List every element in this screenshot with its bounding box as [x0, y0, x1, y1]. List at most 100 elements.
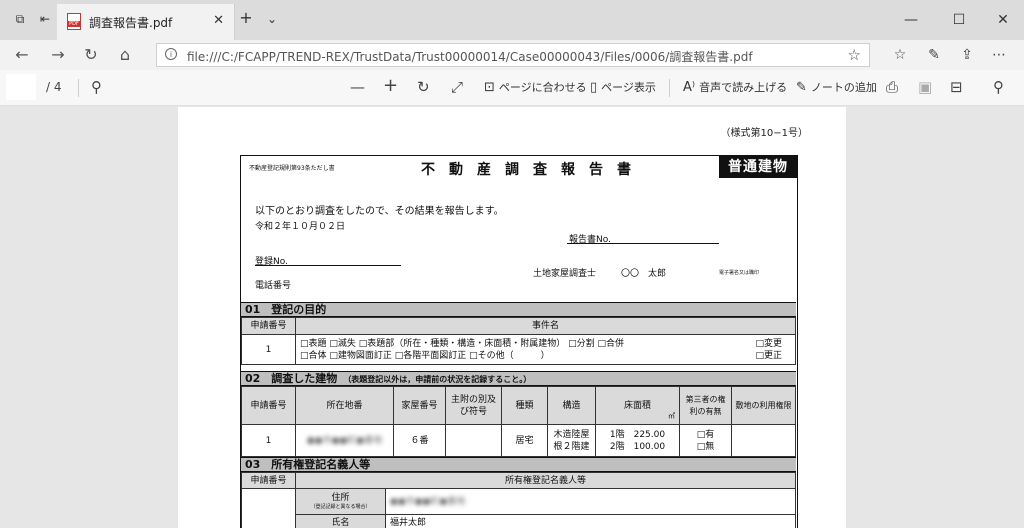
- col-h8: 敷地の利用権限: [731, 386, 796, 425]
- address-field[interactable]: i file:///C:/FCAPP/TREND-REX/TrustData/T…: [156, 43, 870, 67]
- active-tab[interactable]: PDF 調査報告書.pdf ✕: [57, 4, 235, 40]
- pin-toolbar-icon[interactable]: ⚲: [993, 78, 1004, 96]
- purpose-options-line1: □表題 □滅失 □表題部（所在・種類・構造・床面積・附属建物） □分割 □合併: [300, 338, 624, 349]
- purpose-options-line2: □合体 □建物図面訂正 □各階平面図訂正 □その他（ ）: [300, 350, 550, 361]
- building-house-no: ６番: [393, 424, 446, 457]
- section-building-title: 02 調査した建物: [245, 372, 338, 385]
- report-form: 不動産登記規則第93条ただし書 不動産調査報告書 普通建物 以下のとおり調査をし…: [240, 155, 798, 528]
- read-aloud-button[interactable]: A⁾ 音声で読み上げる: [683, 79, 787, 95]
- search-icon[interactable]: ⚲: [91, 78, 102, 96]
- col-h5: 構造: [547, 386, 596, 425]
- form-number: （様式第10−1号）: [720, 128, 808, 139]
- divider: [669, 79, 670, 97]
- divider: [78, 79, 79, 97]
- note-pen-icon: ✎: [796, 80, 807, 95]
- new-tab-icon[interactable]: +: [238, 10, 254, 26]
- surveyor-label: 土地家屋調査士: [533, 269, 597, 279]
- land-use-rights: [731, 424, 796, 457]
- third-party-yes: □有: [696, 429, 715, 440]
- fit-to-page-button[interactable]: ⊡ ページに合わせる: [484, 79, 587, 95]
- share-icon[interactable]: ⇪: [958, 47, 976, 63]
- owner-address-text: ●●市●●町●番地: [390, 496, 466, 507]
- print-icon[interactable]: ⎙: [886, 78, 898, 96]
- tab-aside-icon[interactable]: ⇤: [37, 11, 53, 27]
- rotate-icon[interactable]: ↻: [417, 78, 430, 96]
- tab-title: 調査報告書.pdf: [89, 16, 173, 30]
- fullscreen-icon[interactable]: ⤢: [451, 78, 463, 96]
- purpose-table: 申請番号 事件名 1 □表題 □滅失 □表題部（所在・種類・構造・床面積・附属建…: [241, 317, 796, 365]
- building-location-value: ●●市●●町●番地: [306, 435, 383, 446]
- pen-icon[interactable]: ✎: [925, 47, 943, 63]
- maximize-icon[interactable]: ☐: [936, 8, 982, 32]
- report-date: 令和２年１０月０２日: [255, 222, 346, 232]
- close-icon[interactable]: ✕: [980, 8, 1024, 32]
- floor2-area: 2階 100: [609, 441, 651, 452]
- more-icon[interactable]: ⋯: [990, 47, 1008, 63]
- refresh-icon[interactable]: ↻: [81, 45, 101, 65]
- tab-strip: ⧉ ⇤ PDF 調査報告書.pdf ✕ + ⌄ — ☐ ✕: [0, 0, 1024, 40]
- page-total: / 4: [46, 80, 62, 94]
- page-number-input[interactable]: [6, 74, 36, 100]
- address-bar-row: ← → ↻ ⌂ i file:///C:/FCAPP/TREND-REX/Tru…: [0, 40, 1024, 70]
- owner-table: 申請番号 所有権登記名義人等 住所 （登記記録と異なる場合） ●●市●●町●番地…: [241, 472, 796, 528]
- fit-page-icon: ⊡: [484, 80, 495, 95]
- owner-row-no: [241, 488, 296, 528]
- url-text: file:///C:/FCAPP/TREND-REX/TrustData/Tru…: [187, 50, 753, 64]
- third-party-no: □無: [696, 441, 715, 452]
- owner-address-value: ●●市●●町●番地: [385, 488, 796, 515]
- read-aloud-icon: A⁾: [683, 80, 696, 95]
- building-kind: 居宅: [501, 424, 548, 457]
- col-h3: 主附の別及び符号: [445, 386, 502, 425]
- save-icon: ▣: [918, 78, 933, 96]
- purpose-row-no: 1: [241, 334, 296, 365]
- surveyor-name: 〇〇 太郎: [621, 269, 667, 279]
- area-unit: ㎡: [668, 412, 675, 420]
- document-title: 不動産調査報告書: [421, 162, 645, 178]
- floor1-dec: 00: [653, 429, 666, 440]
- report-no-line: [567, 243, 719, 244]
- owner-address-label-text: 住所: [331, 493, 350, 503]
- favorites-icon[interactable]: ☆: [891, 47, 909, 63]
- pdf-file-icon: PDF: [67, 13, 81, 30]
- owner-address-sub: （登記記録と異なる場合）: [310, 504, 371, 510]
- col-h0: 申請番号: [241, 386, 296, 425]
- rule-reference: 不動産登記規則第93条ただし書: [249, 165, 335, 172]
- page-view-button[interactable]: ▯ ページ表示: [590, 79, 656, 95]
- building-symbol: [445, 424, 502, 457]
- tab-preview-chevron-icon[interactable]: ⌄: [264, 11, 280, 27]
- owner-name-value: 福井太郎: [385, 514, 796, 528]
- pdf-page: （様式第10−1号） 不動産登記規則第93条ただし書 不動産調査報告書 普通建物…: [178, 107, 846, 528]
- building-floor-area: 1階 225.00 2階 100.00: [595, 424, 680, 457]
- zoom-in-icon[interactable]: +: [383, 75, 398, 96]
- save-as-icon[interactable]: ⊟: [950, 78, 963, 96]
- owner-col-owner: 所有権登記名義人等: [295, 472, 796, 489]
- registration-no-line: [255, 265, 401, 266]
- tab-close-icon[interactable]: ✕: [213, 13, 224, 28]
- zoom-out-icon[interactable]: —: [350, 78, 365, 96]
- col-h7: 第三者の権利の有無: [679, 386, 732, 425]
- tab-actions-icon[interactable]: ⧉: [12, 11, 28, 27]
- owner-address-label: 住所 （登記記録と異なる場合）: [295, 488, 386, 515]
- section-purpose-header: 01 登記の目的: [241, 302, 796, 317]
- purpose-side-line1: □変更: [755, 338, 783, 349]
- forward-icon[interactable]: →: [48, 45, 68, 65]
- favorite-star-icon[interactable]: ☆: [848, 46, 861, 64]
- col-h2: 家屋番号: [393, 386, 446, 425]
- section-building-header: 02 調査した建物 （表題登記以外は，申請前の状況を記録すること。）: [241, 371, 796, 386]
- building-type-badge: 普通建物: [719, 156, 797, 178]
- add-note-button[interactable]: ✎ ノートの追加: [796, 79, 877, 95]
- col-h4: 種類: [501, 386, 548, 425]
- floor2-dec: 00: [653, 441, 666, 452]
- floor1-area: 1階 225: [609, 429, 651, 440]
- purpose-side-line2: □更正: [755, 350, 783, 361]
- info-icon[interactable]: i: [165, 48, 177, 60]
- minimize-icon[interactable]: —: [888, 8, 934, 32]
- col-h6: 床面積 ㎡: [595, 386, 680, 425]
- back-icon[interactable]: ←: [12, 45, 32, 65]
- home-icon[interactable]: ⌂: [115, 45, 135, 65]
- intro-text: 以下のとおり調査をしたので、その結果を報告します。: [255, 206, 504, 217]
- third-party-rights: □有 □無: [679, 424, 732, 457]
- building-location: ●●市●●町●番地: [295, 424, 394, 457]
- pdf-toolbar: / 4 ⚲ — + ↻ ⤢ ⊡ ページに合わせる ▯ ページ表示 A⁾ 音声で読み上げ…: [0, 70, 1024, 106]
- purpose-side-options: □変更 □更正: [751, 334, 796, 365]
